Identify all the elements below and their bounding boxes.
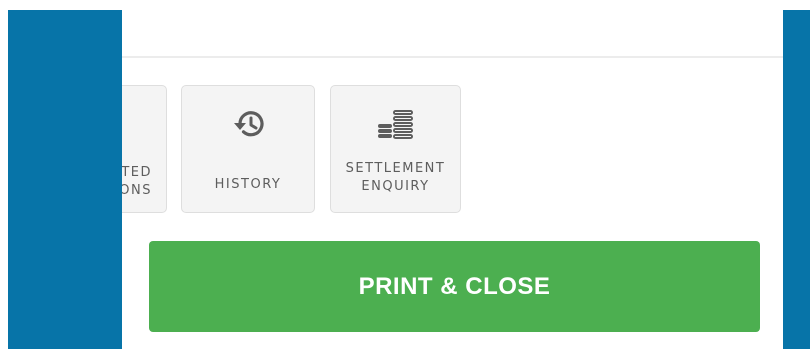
top-strip <box>0 0 810 10</box>
history-label: HISTORY <box>214 177 282 192</box>
right-sidebar <box>783 10 810 349</box>
print-close-button[interactable]: PRINT & CLOSE <box>149 241 760 332</box>
settlement-label-line2: ENQUIRY <box>361 179 430 194</box>
tile-partial-label: TED IONS <box>122 164 152 200</box>
settlement-enquiry-label: SETTLEMENT ENQUIRY <box>331 160 460 196</box>
history-icon <box>182 106 314 142</box>
main-panel: TED IONS HISTORY <box>122 10 783 349</box>
tile-partial-line2: IONS <box>122 183 152 198</box>
tile-partial-line1: TED <box>122 165 152 180</box>
settlement-enquiry-tile[interactable]: SETTLEMENT ENQUIRY <box>330 85 461 213</box>
settlement-label-line1: SETTLEMENT <box>345 161 446 176</box>
header-divider <box>122 56 783 58</box>
tile-partial[interactable]: TED IONS <box>122 85 167 213</box>
history-tile[interactable]: HISTORY <box>181 85 315 213</box>
coins-icon <box>331 106 460 142</box>
left-sidebar <box>8 10 122 349</box>
